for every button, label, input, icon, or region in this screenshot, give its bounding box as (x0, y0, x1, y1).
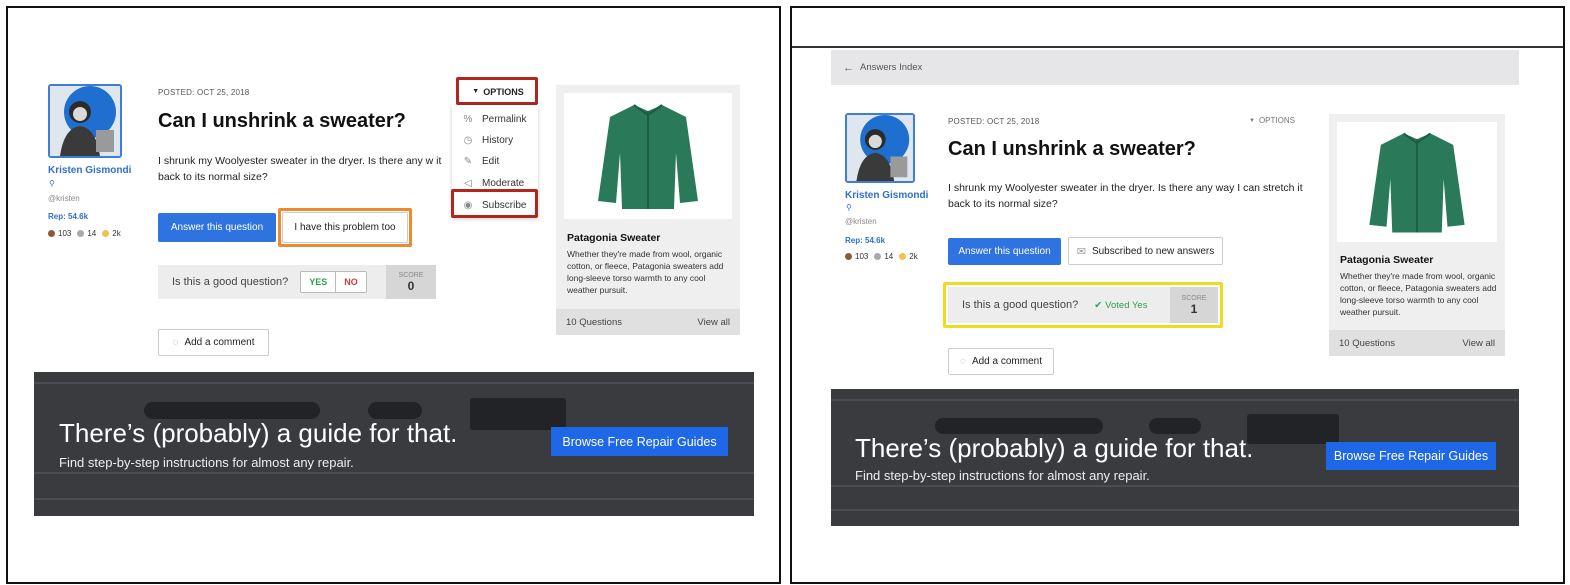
gold-badge-count: 2k (909, 252, 918, 261)
subscribed-label: Subscribed to new answers (1091, 245, 1215, 257)
speech-bubble-icon: ◌ (172, 337, 179, 348)
product-description: Whether they're made from wool, organic … (567, 249, 724, 295)
silver-badge-icon (77, 230, 85, 237)
link-icon: % (463, 113, 473, 125)
score-label: SCORE (398, 271, 424, 279)
add-comment-button[interactable]: ◌ Add a comment (158, 329, 269, 356)
add-comment-button[interactable]: ◌ Add a comment (948, 348, 1054, 375)
product-card[interactable]: Patagonia Sweater Whether they're made f… (556, 85, 740, 335)
browse-guides-button[interactable]: Browse Free Repair Guides (1326, 442, 1496, 470)
vote-bar: Is this a good question? YES NO SCORE 0 (158, 265, 436, 299)
breadcrumb-answers-index[interactable]: Answers Index (860, 62, 922, 73)
author-avatar[interactable] (48, 84, 122, 158)
gold-badge-icon (899, 253, 907, 260)
author-handle: @kristen (845, 217, 877, 226)
author-reputation: Rep: 54.6k (48, 212, 89, 221)
megaphone-icon: ◁ (464, 177, 472, 189)
banner-title: There’s (probably) a guide for that. (855, 433, 1254, 463)
posted-date: POSTED: OCT 25, 2018 (158, 88, 250, 97)
question-title: Can I unshrink a sweater? (158, 110, 406, 132)
history-label: History (482, 134, 514, 146)
product-image (564, 93, 732, 219)
options-label: OPTIONS (1258, 116, 1295, 125)
pencil-icon: ✎ (463, 155, 473, 167)
question-body: I shrunk my Woolyester sweater in the dr… (158, 155, 442, 183)
author-name[interactable]: Kristen Gismondi (48, 165, 131, 176)
author-handle: @kristen (48, 194, 80, 203)
question-body: I shrunk my Woolyester sweater in the dr… (948, 182, 1303, 210)
vote-yes-button[interactable]: YES (301, 272, 337, 292)
menu-item-permalink[interactable]: % Permalink (452, 109, 538, 129)
avatar-photo (50, 86, 120, 156)
vote-buttons: YES NO (300, 271, 367, 293)
author-badges: 103 14 2k (48, 229, 121, 238)
bronze-badge-count: 103 (58, 229, 72, 238)
silver-badge-count: 14 (87, 229, 97, 238)
clock-icon: ◷ (463, 134, 473, 146)
gold-badge-icon (102, 230, 110, 237)
arrow-left-icon[interactable]: ← (843, 62, 854, 74)
options-button[interactable]: ▼ OPTIONS (1249, 116, 1295, 125)
vote-no-button[interactable]: NO (336, 272, 366, 292)
add-comment-label: Add a comment (184, 337, 255, 348)
avatar-photo (847, 115, 913, 181)
author-reputation: Rep: 54.6k (845, 236, 886, 245)
vote-question-label: Is this a good question? (172, 276, 289, 288)
silver-badge-icon (874, 253, 882, 260)
bronze-badge-count: 103 (855, 252, 869, 261)
answer-question-button[interactable]: Answer this question (158, 213, 276, 242)
subscribe-highlight (451, 189, 538, 218)
product-card-footer: 10 Questions View all (556, 309, 740, 335)
gold-badge-count: 2k (112, 229, 121, 238)
view-all-link[interactable]: View all (1462, 338, 1495, 349)
score-value: 0 (407, 278, 415, 293)
options-highlight (456, 77, 538, 105)
question-title: Can I unshrink a sweater? (948, 138, 1196, 160)
voted-highlight (943, 282, 1223, 328)
score-box: SCORE 0 (386, 265, 436, 299)
product-card[interactable]: Patagonia Sweater Whether they're made f… (1329, 114, 1505, 356)
product-question-count: 10 Questions (566, 316, 622, 328)
product-question-count: 10 Questions (1339, 337, 1395, 349)
bronze-badge-icon (845, 253, 852, 260)
repair-guides-banner: There’s (probably) a guide for that. Fin… (34, 372, 754, 516)
posted-date: POSTED: OCT 25, 2018 (948, 117, 1040, 126)
envelope-icon: ✉ (1076, 245, 1086, 258)
sweater-image (1369, 132, 1465, 233)
left-screenshot-panel: Kristen Gismondi ⚲ @kristen Rep: 54.6k 1… (6, 6, 781, 584)
product-card-footer: 10 Questions View all (1329, 330, 1505, 356)
problem-too-highlight (278, 208, 412, 247)
moderator-icon: ⚲ (846, 203, 852, 212)
menu-item-history[interactable]: ◷ History (452, 130, 538, 150)
repair-guides-banner: There’s (probably) a guide for that. Fin… (831, 389, 1519, 526)
silver-badge-count: 14 (884, 252, 894, 261)
add-comment-label: Add a comment (971, 356, 1042, 367)
author-badges: 103 14 2k (845, 252, 918, 261)
menu-item-edit[interactable]: ✎ Edit (452, 151, 538, 171)
answer-question-button[interactable]: Answer this question (948, 238, 1061, 265)
author-name[interactable]: Kristen Gismondi (845, 190, 928, 201)
product-image (1337, 122, 1497, 242)
product-title: Patagonia Sweater (1340, 254, 1434, 266)
breadcrumb-bar: ← Answers Index (831, 50, 1519, 85)
product-title: Patagonia Sweater (567, 232, 661, 244)
moderate-label: Moderate (482, 177, 525, 189)
right-screenshot-panel: ← Answers Index Kristen Gismondi ⚲ @kris… (790, 6, 1565, 584)
author-avatar[interactable] (845, 113, 915, 183)
caret-down-icon: ▼ (1249, 117, 1255, 124)
banner-subtitle: Find step-by-step instructions for almos… (855, 468, 1150, 483)
moderator-icon: ⚲ (49, 179, 55, 188)
sweater-image (598, 104, 698, 209)
top-divider (792, 46, 1563, 48)
bronze-badge-icon (48, 230, 55, 237)
edit-label: Edit (482, 155, 500, 167)
permalink-label: Permalink (482, 113, 527, 125)
browse-guides-button[interactable]: Browse Free Repair Guides (551, 427, 728, 456)
product-description: Whether they're made from wool, organic … (1340, 271, 1497, 317)
subscribed-button[interactable]: ✉ Subscribed to new answers (1068, 237, 1223, 265)
view-all-link[interactable]: View all (697, 317, 730, 328)
banner-title: There’s (probably) a guide for that. (59, 418, 458, 448)
banner-subtitle: Find step-by-step instructions for almos… (59, 455, 354, 470)
speech-bubble-icon: ◌ (960, 356, 966, 367)
